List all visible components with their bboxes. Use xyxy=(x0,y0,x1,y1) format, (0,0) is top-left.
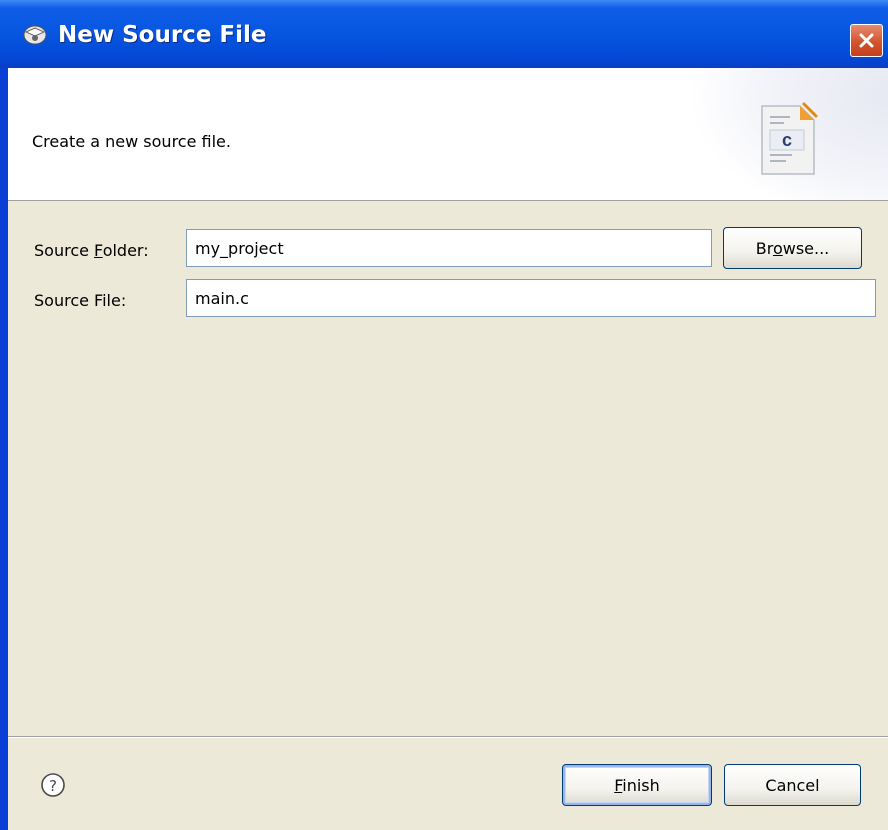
help-icon[interactable]: ? xyxy=(40,772,66,798)
source-folder-input[interactable] xyxy=(187,230,711,266)
finish-button[interactable]: Finish xyxy=(562,764,712,806)
dialog-client-area: Create a new source file. c Source Folde… xyxy=(8,68,888,830)
source-file-input[interactable] xyxy=(187,280,875,316)
close-button[interactable] xyxy=(850,24,883,57)
wizard-banner: Create a new source file. c xyxy=(8,68,888,201)
browse-button[interactable]: Browse... xyxy=(723,227,862,269)
eclipse-wizard-icon xyxy=(23,25,47,45)
banner-description: Create a new source file. xyxy=(32,132,231,151)
close-icon xyxy=(859,33,874,48)
footer-separator xyxy=(8,736,888,738)
source-file-label: Source File: xyxy=(34,291,127,310)
c-source-file-icon: c xyxy=(761,102,818,175)
source-folder-field[interactable] xyxy=(186,229,712,267)
svg-text:?: ? xyxy=(49,777,57,795)
cancel-button-label: Cancel xyxy=(765,775,820,795)
cancel-button[interactable]: Cancel xyxy=(724,764,861,806)
browse-button-label: Browse... xyxy=(755,238,830,258)
finish-button-label: Finish xyxy=(614,775,660,795)
c-letter: c xyxy=(782,130,792,150)
dialog-title: New Source File xyxy=(58,22,267,48)
source-file-field[interactable] xyxy=(186,279,876,317)
source-folder-label: Source Folder: xyxy=(34,241,149,260)
title-bar[interactable]: New Source File xyxy=(0,0,888,68)
dialog-window: New Source File Create a new source file… xyxy=(0,0,888,830)
